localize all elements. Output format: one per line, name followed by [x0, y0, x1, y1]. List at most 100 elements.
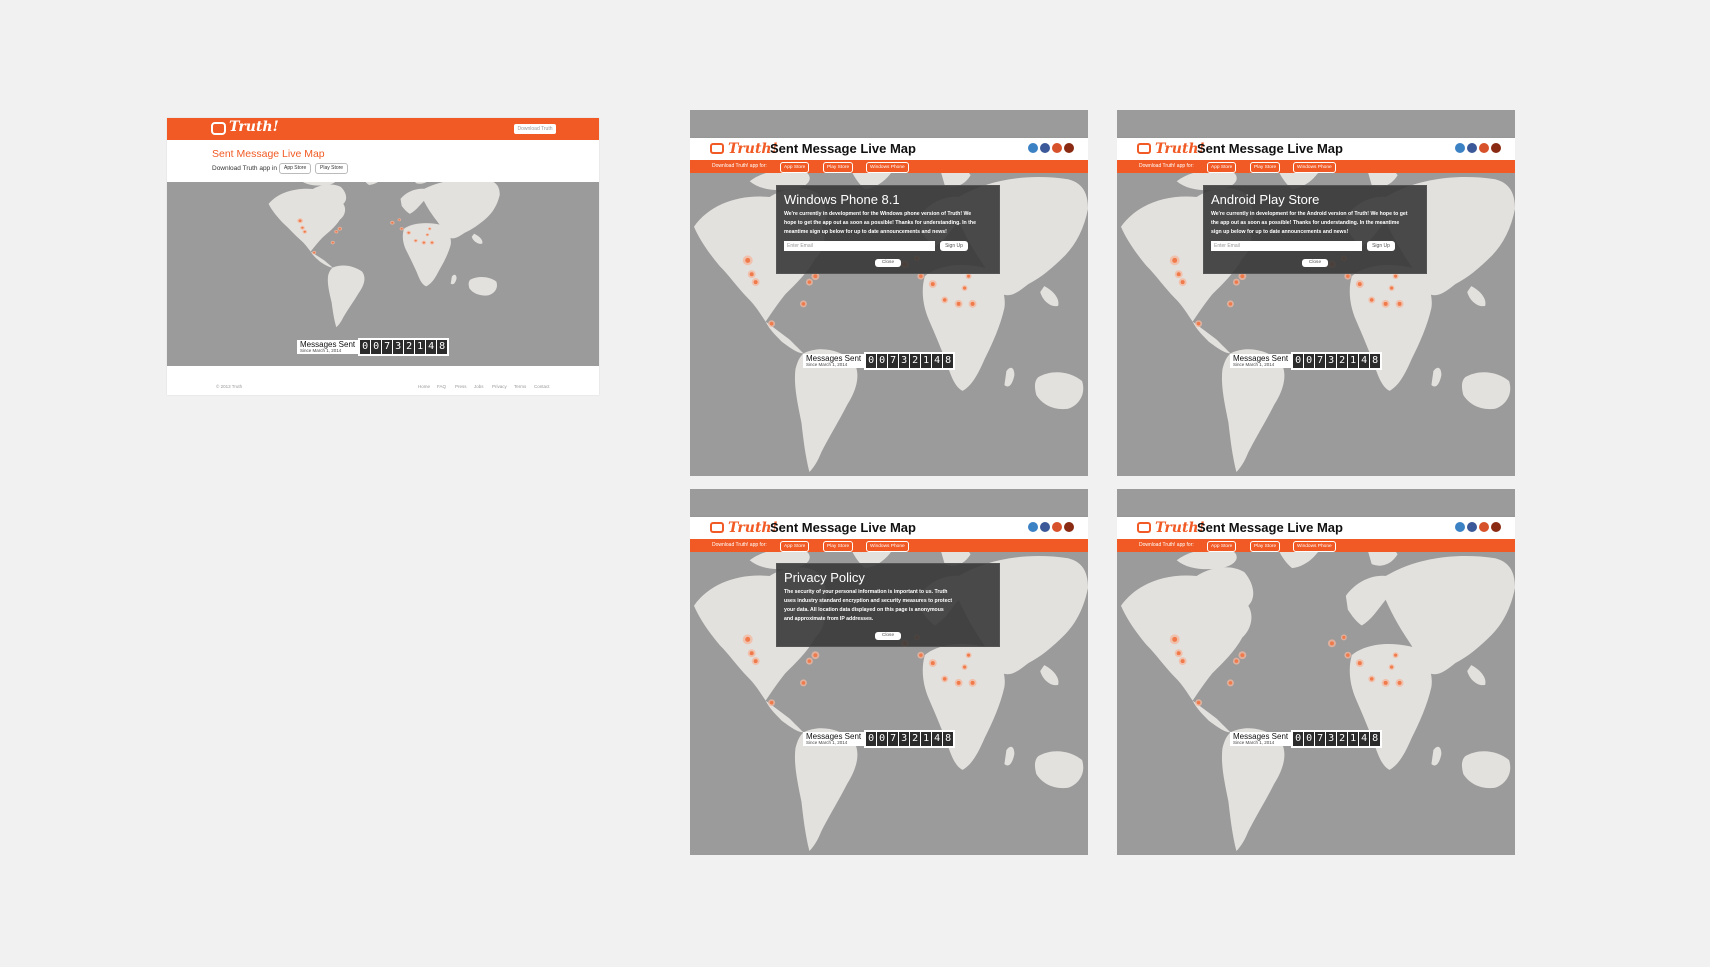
download-strip: Download Truth! app for: App Store Play … [690, 539, 1088, 552]
owl-logo-icon [211, 122, 226, 135]
modal-body: The security of your personal informatio… [784, 589, 953, 622]
page-title: Sent Message Live Map [1197, 520, 1343, 535]
windows-phone-button[interactable]: Windows Phone [866, 162, 909, 173]
app-store-button[interactable]: App Store [780, 541, 810, 552]
privacy-modal: Privacy Policy The security of your pers… [776, 563, 1000, 647]
counter-digit: 7 [1315, 732, 1326, 746]
modal-heading: Privacy Policy [784, 570, 865, 585]
footer-link-faq[interactable]: FAQ [437, 384, 446, 389]
header-bar: Truth! Download Truth [167, 118, 599, 140]
counter-digit: 4 [1359, 732, 1370, 746]
owl-logo-icon [1137, 143, 1151, 154]
counter-digit: 0 [1293, 354, 1304, 368]
app-store-button[interactable]: App Store [1207, 162, 1237, 173]
footer-link-home[interactable]: Home [418, 384, 430, 389]
download-strip: Download Truth! app for: App Store Play … [1117, 539, 1515, 552]
counter-digit: 7 [1315, 354, 1326, 368]
counter-since: Since March 1, 2014 [806, 739, 848, 745]
counter-digit: 0 [866, 354, 877, 368]
page-title: Sent Message Live Map [212, 148, 325, 160]
help-icon[interactable] [1064, 522, 1074, 532]
counter-digit: 8 [1370, 354, 1381, 368]
twitter-icon[interactable] [1455, 143, 1465, 153]
modal-heading: Windows Phone 8.1 [784, 192, 900, 207]
help-icon[interactable] [1491, 522, 1501, 532]
footer-link-contact[interactable]: Contact [534, 384, 550, 389]
counter-since: Since March 1, 2014 [1233, 361, 1275, 367]
counter-digit: 3 [1326, 354, 1337, 368]
footer-link-terms[interactable]: Terms [514, 384, 526, 389]
facebook-icon[interactable] [1467, 143, 1477, 153]
counter-digit: 3 [899, 732, 910, 746]
download-text: Download Truth! app for: [1139, 163, 1194, 169]
modal-heading: Android Play Store [1211, 192, 1320, 207]
sign-up-button[interactable]: Sign Up [940, 241, 968, 251]
facebook-icon[interactable] [1467, 522, 1477, 532]
footer-link-press[interactable]: Press [455, 384, 467, 389]
help-icon[interactable] [1491, 143, 1501, 153]
counter-digit: 0 [877, 354, 888, 368]
counter-digit: 1 [1348, 354, 1359, 368]
play-store-button[interactable]: Play Store [315, 163, 349, 174]
play-store-button[interactable]: Play Store [1250, 162, 1281, 173]
app-store-button[interactable]: App Store [780, 162, 810, 173]
counter-digit: 8 [943, 732, 954, 746]
stumble-icon[interactable] [1052, 143, 1062, 153]
email-field[interactable]: Enter Email [784, 241, 935, 251]
close-button[interactable]: Close [875, 632, 901, 640]
windows-phone-button[interactable]: Windows Phone [1293, 162, 1336, 173]
counter-digit: 8 [943, 354, 954, 368]
counter-digit: 4 [932, 732, 943, 746]
app-store-button[interactable]: App Store [279, 163, 312, 174]
stumble-icon[interactable] [1052, 522, 1062, 532]
counter-digit: 0 [371, 340, 382, 354]
footer-link-privacy[interactable]: Privacy [492, 384, 507, 389]
modal-body: We're currently in development for the W… [784, 211, 976, 235]
facebook-icon[interactable] [1040, 143, 1050, 153]
facebook-icon[interactable] [1040, 522, 1050, 532]
windows-phone-button[interactable]: Windows Phone [1293, 541, 1336, 552]
footer-link-jobs[interactable]: Jobs [474, 384, 484, 389]
desktop-screenshot: Truth! Download Truth Sent Message Live … [167, 118, 599, 395]
play-store-button[interactable]: Play Store [1250, 541, 1281, 552]
email-field[interactable]: Enter Email [1211, 241, 1362, 251]
stumble-icon[interactable] [1479, 522, 1489, 532]
sign-up-button[interactable]: Sign Up [1367, 241, 1395, 251]
counter-digit: 2 [910, 732, 921, 746]
counter-since: Since March 1, 2014 [806, 361, 848, 367]
counter-digit: 4 [1359, 354, 1370, 368]
counter-digit: 1 [921, 354, 932, 368]
page-title: Sent Message Live Map [770, 141, 916, 156]
close-button[interactable]: Close [1302, 259, 1328, 267]
counter-digit: 2 [404, 340, 415, 354]
counter-digit: 7 [888, 732, 899, 746]
counter-digit: 3 [393, 340, 404, 354]
counter-digit: 8 [437, 340, 448, 354]
app-store-button[interactable]: App Store [1207, 541, 1237, 552]
counter-digit: 1 [1348, 732, 1359, 746]
counter-digit: 7 [382, 340, 393, 354]
play-store-button[interactable]: Play Store [823, 541, 854, 552]
download-text: Download Truth app in [212, 165, 278, 172]
logo: Truth! [229, 119, 279, 135]
stumble-icon[interactable] [1479, 143, 1489, 153]
twitter-icon[interactable] [1455, 522, 1465, 532]
close-button[interactable]: Close [875, 259, 901, 267]
copyright: © 2013 Truth [216, 384, 243, 389]
play-store-button[interactable]: Play Store [823, 162, 854, 173]
counter-digit: 2 [1337, 354, 1348, 368]
counter-since: Since March 1, 2014 [300, 347, 342, 353]
counter-digit: 0 [866, 732, 877, 746]
counter-digit: 0 [360, 340, 371, 354]
twitter-icon[interactable] [1028, 522, 1038, 532]
twitter-icon[interactable] [1028, 143, 1038, 153]
message-counter: Messages Sent Since March 1, 2014 0073214… [803, 352, 956, 370]
download-button[interactable]: Download Truth [514, 124, 556, 134]
counter-digit: 2 [910, 354, 921, 368]
message-counter: Messages Sent Since March 1, 2014 0073214… [803, 730, 956, 748]
windows-phone-button[interactable]: Windows Phone [866, 541, 909, 552]
counter-since: Since March 1, 2014 [1233, 739, 1275, 745]
help-icon[interactable] [1064, 143, 1074, 153]
download-text: Download Truth! app for: [1139, 542, 1194, 548]
mobile-header: Truth! Sent Message Live Map [1117, 517, 1515, 539]
